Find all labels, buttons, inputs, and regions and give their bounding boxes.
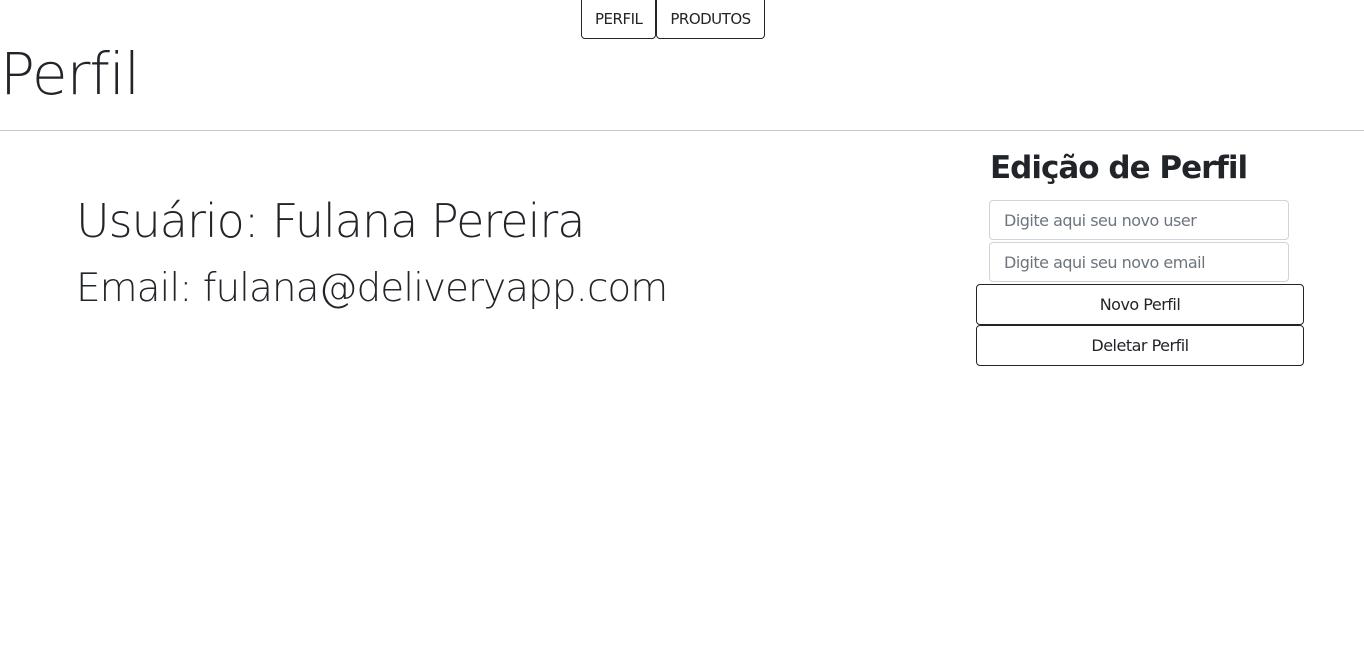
- delete-profile-button[interactable]: Deletar Perfil: [976, 325, 1304, 366]
- edit-profile-title: Edição de Perfil: [990, 150, 1248, 186]
- nav-perfil-button[interactable]: PERFIL: [581, 0, 657, 39]
- nav-produtos-button[interactable]: PRODUTOS: [656, 0, 765, 39]
- new-email-input[interactable]: [989, 242, 1289, 282]
- user-name: Usuário: Fulana Pereira: [76, 194, 585, 248]
- new-profile-button[interactable]: Novo Perfil: [976, 284, 1304, 325]
- divider: [0, 130, 1364, 131]
- user-email: Email: fulana@deliveryapp.com: [76, 266, 668, 311]
- new-user-input[interactable]: [989, 200, 1289, 240]
- page-title: Perfil: [0, 40, 140, 108]
- top-nav: PERFIL PRODUTOS: [581, 0, 765, 39]
